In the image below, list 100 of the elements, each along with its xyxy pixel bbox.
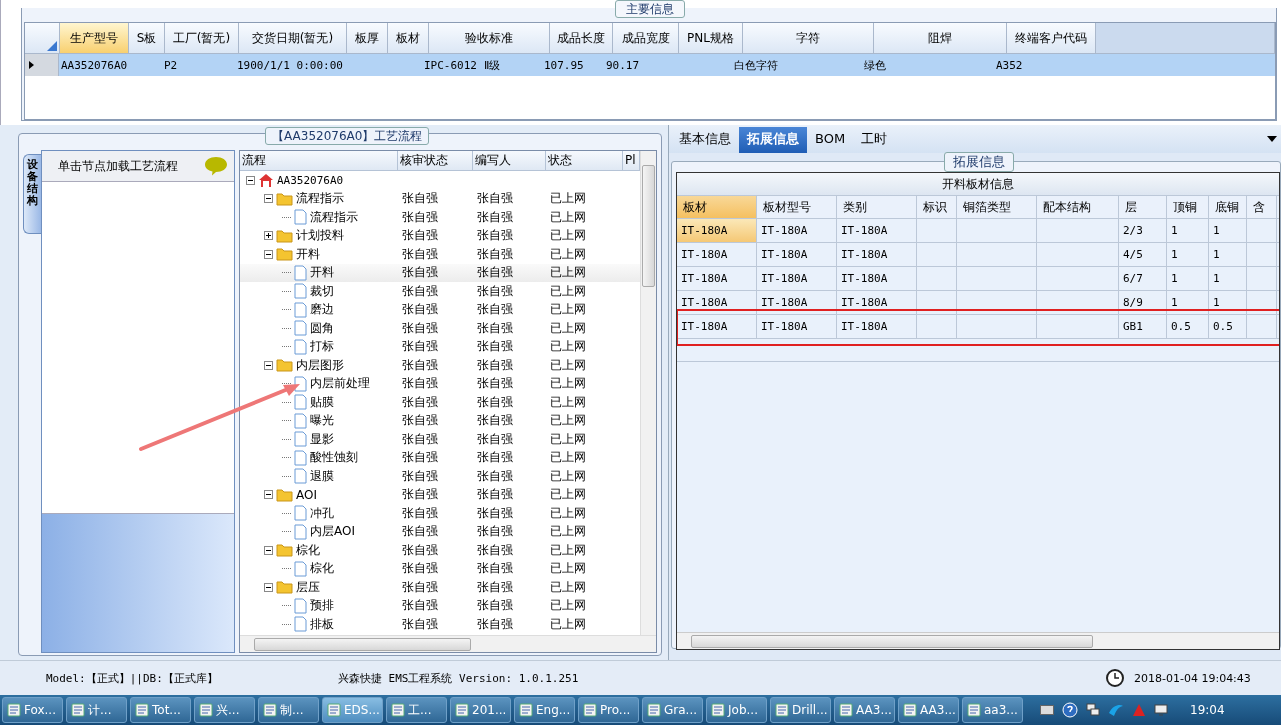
tree-row[interactable]: 棕化 张自强 张自强 已上网 <box>240 541 640 560</box>
taskbar-button[interactable]: 工... <box>386 697 447 723</box>
table-row[interactable]: AA352076A0 P2 1900/1/1 0:00:00 IPC-6012 Ⅱ级 107.95 90.17 白色字符 绿色 A352 <box>25 54 1275 76</box>
tree-row[interactable]: AA352076A0 <box>240 171 640 190</box>
taskbar-button[interactable]: Eng... <box>514 697 575 723</box>
tree-row[interactable]: 退膜 张自强 张自强 已上网 <box>240 467 640 486</box>
expander-icon[interactable] <box>264 582 273 592</box>
tree-row[interactable]: 显影 张自强 张自强 已上网 <box>240 430 640 449</box>
taskbar-button[interactable]: Tot... <box>130 697 191 723</box>
taskbar-button[interactable]: 制... <box>258 697 319 723</box>
tree-row[interactable]: 内层图形 张自强 张自强 已上网 <box>240 356 640 375</box>
column-header[interactable]: PNL规格 <box>679 23 743 54</box>
tree-row[interactable]: 层压 张自强 张自强 已上网 <box>240 578 640 597</box>
tree-row[interactable]: 预排 张自强 张自强 已上网 <box>240 596 640 615</box>
column-header[interactable]: 流程 <box>240 151 398 170</box>
expander-icon[interactable] <box>264 360 273 370</box>
column-header[interactable]: 编写人 <box>473 151 546 170</box>
table-cell: IT-180A <box>761 320 808 333</box>
tab[interactable]: 基本信息 <box>671 127 739 153</box>
table-cell: 已上网 <box>550 450 586 465</box>
table-row[interactable]: IT-180A IT-180A IT-180A 8/9 1 1 <box>677 291 1279 315</box>
column-header[interactable]: 验收标准 <box>429 23 550 54</box>
node-label: 计划投料 <box>296 227 344 245</box>
column-header[interactable]: 成品宽度 <box>613 23 679 54</box>
column-header[interactable]: 阻焊 <box>874 23 1007 54</box>
tree-row[interactable]: 裁切 张自强 张自强 已上网 <box>240 282 640 301</box>
column-header[interactable]: 板厚 <box>347 23 388 54</box>
column-header[interactable]: S板 <box>129 23 165 54</box>
tree-row[interactable]: 开料 张自强 张自强 已上网 <box>240 263 640 282</box>
horizontal-scrollbar[interactable] <box>677 632 1279 649</box>
tree-row[interactable]: 排板 张自强 张自强 已上网 <box>240 615 640 634</box>
column-header[interactable]: 生产型号 <box>60 23 129 54</box>
tree-row[interactable]: 内层前处理 张自强 张自强 已上网 <box>240 374 640 393</box>
table-cell: 张自强 <box>477 209 513 224</box>
table-row[interactable]: IT-180A IT-180A IT-180A GB1 0.5 0.5 <box>677 315 1279 339</box>
expander-icon[interactable] <box>246 175 255 185</box>
taskbar-clock[interactable]: 19:04 <box>1190 703 1225 717</box>
document-icon <box>294 209 307 226</box>
side-tab[interactable]: 设备结构 <box>23 154 41 234</box>
tree-row[interactable]: 流程指示 张自强 张自强 已上网 <box>240 189 640 208</box>
taskbar-button[interactable]: Drill... <box>770 697 831 723</box>
taskbar-button[interactable]: Pro... <box>578 697 639 723</box>
tab[interactable]: 工时 <box>853 127 896 153</box>
table-cell: 1 <box>1171 272 1178 285</box>
column-header[interactable]: 交货日期(暂无) <box>239 23 347 54</box>
node-label: 开料 <box>296 245 320 263</box>
tree-row[interactable]: 圆角 张自强 张自强 已上网 <box>240 319 640 338</box>
table-row[interactable]: IT-180A IT-180A IT-180A 6/7 1 1 <box>677 267 1279 291</box>
expander-icon[interactable] <box>264 490 273 500</box>
tree-row[interactable]: 流程指示 张自强 张自强 已上网 <box>240 208 640 227</box>
expander-icon[interactable] <box>264 249 273 259</box>
column-header[interactable]: 成品长度 <box>550 23 613 54</box>
column-header[interactable]: 核审状态 <box>398 151 473 170</box>
tree-row[interactable]: AOI 张自强 张自强 已上网 <box>240 485 640 504</box>
tree-row[interactable]: 内层AOI 张自强 张自强 已上网 <box>240 522 640 541</box>
taskbar-button[interactable]: aa3... <box>962 697 1023 723</box>
help-icon[interactable] <box>1062 702 1078 718</box>
tree-row[interactable]: 酸性蚀刻 张自强 张自强 已上网 <box>240 448 640 467</box>
expander-icon[interactable] <box>264 231 273 241</box>
table-cell: 已上网 <box>550 283 586 298</box>
dropdown-arrow-icon[interactable] <box>1267 136 1277 142</box>
table-row[interactable]: IT-180A IT-180A IT-180A 2/3 1 1 <box>677 219 1279 243</box>
tree-row[interactable]: 冲孔 张自强 张自强 已上网 <box>240 504 640 523</box>
column-header[interactable]: 板材 <box>388 23 429 54</box>
folder-icon <box>276 191 293 206</box>
speech-bubble-icon <box>204 156 228 176</box>
column-header[interactable]: 字符 <box>743 23 874 54</box>
tree-row[interactable]: 开料 张自强 张自强 已上网 <box>240 245 640 264</box>
tab[interactable]: 拓展信息 <box>739 127 807 153</box>
column-header[interactable]: 工厂(暂无) <box>165 23 239 54</box>
tree-row[interactable]: 棕化 张自强 张自强 已上网 <box>240 559 640 578</box>
taskbar-button[interactable]: 201... <box>450 697 511 723</box>
app-icon <box>967 703 981 717</box>
tree-row[interactable]: 磨边 张自强 张自强 已上网 <box>240 300 640 319</box>
vertical-scrollbar[interactable] <box>640 151 656 636</box>
node-label: 棕化 <box>310 560 334 578</box>
table-cell: 张自强 <box>477 450 513 465</box>
taskbar-button[interactable]: AA3... <box>898 697 959 723</box>
table-cell: 张自强 <box>477 283 513 298</box>
taskbar-button[interactable]: AA3... <box>834 697 895 723</box>
taskbar-button[interactable]: 计... <box>66 697 127 723</box>
taskbar-button[interactable]: Fox... <box>2 697 63 723</box>
tree-row[interactable]: 曝光 张自强 张自强 已上网 <box>240 411 640 430</box>
keyboard-icon[interactable] <box>1040 705 1054 715</box>
taskbar-button[interactable]: Gra... <box>642 697 703 723</box>
monitor-icon[interactable] <box>1154 703 1168 717</box>
expander-icon[interactable] <box>264 194 273 204</box>
tree-row[interactable]: 打标 张自强 张自强 已上网 <box>240 337 640 356</box>
horizontal-scrollbar[interactable] <box>240 635 656 652</box>
taskbar-button[interactable]: Job... <box>706 697 767 723</box>
column-header[interactable]: 板材 <box>677 196 757 218</box>
tree-row[interactable]: 贴膜 张自强 张自强 已上网 <box>240 393 640 412</box>
tree-row[interactable]: 计划投料 张自强 张自强 已上网 <box>240 226 640 245</box>
taskbar-button[interactable]: 兴... <box>194 697 255 723</box>
tab[interactable]: BOM <box>807 127 854 153</box>
column-header[interactable]: 状态 <box>546 151 623 170</box>
expander-icon[interactable] <box>264 545 273 555</box>
table-row[interactable]: IT-180A IT-180A IT-180A 4/5 1 1 <box>677 243 1279 267</box>
column-header[interactable]: 终端客户代码 <box>1007 23 1096 54</box>
network-icon[interactable] <box>1086 703 1100 717</box>
